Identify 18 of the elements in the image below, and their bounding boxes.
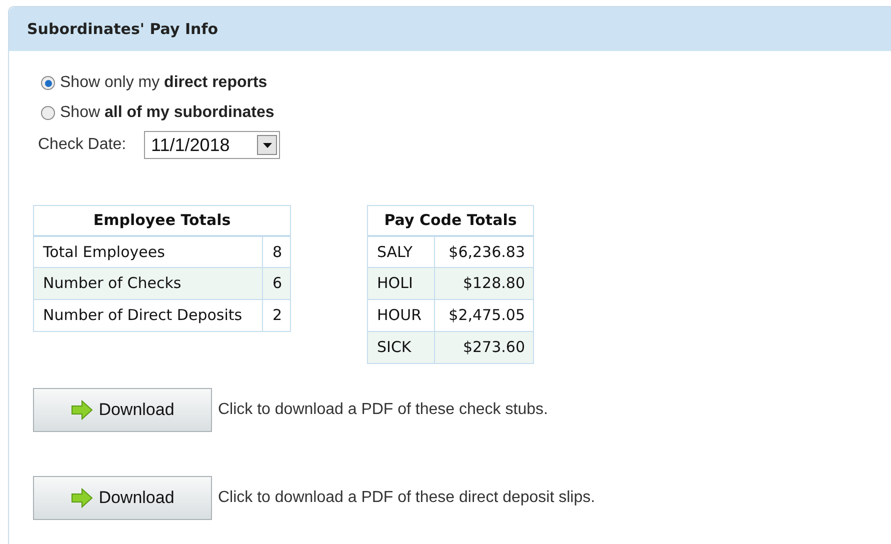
radio-button[interactable] — [41, 106, 55, 120]
download-button[interactable]: Download — [33, 388, 212, 432]
table-cell: 2 — [262, 300, 290, 332]
arrow-icon — [70, 488, 93, 508]
radio-label: Show only my direct reports — [60, 73, 268, 93]
table-cell: Number of Direct Deposits — [34, 300, 263, 332]
table-cell: SICK — [368, 332, 435, 364]
arrow-icon — [70, 400, 93, 420]
download-description: Click to download a PDF of these direct deposit slips. — [218, 488, 596, 508]
radio-label: Show all of my subordinates — [60, 103, 274, 123]
download-button[interactable]: Download — [33, 476, 212, 520]
radio-button[interactable] — [41, 76, 55, 90]
check-date-label: Check Date: — [38, 135, 126, 155]
caret-icon — [257, 135, 278, 155]
table-cell: $273.60 — [434, 332, 534, 364]
check-date-dropdown[interactable]: 11/1/2018 — [144, 131, 280, 159]
download-description: Click to download a PDF of these check stubs. — [218, 400, 548, 420]
panel-title: Subordinates' Pay Info — [27, 18, 218, 40]
